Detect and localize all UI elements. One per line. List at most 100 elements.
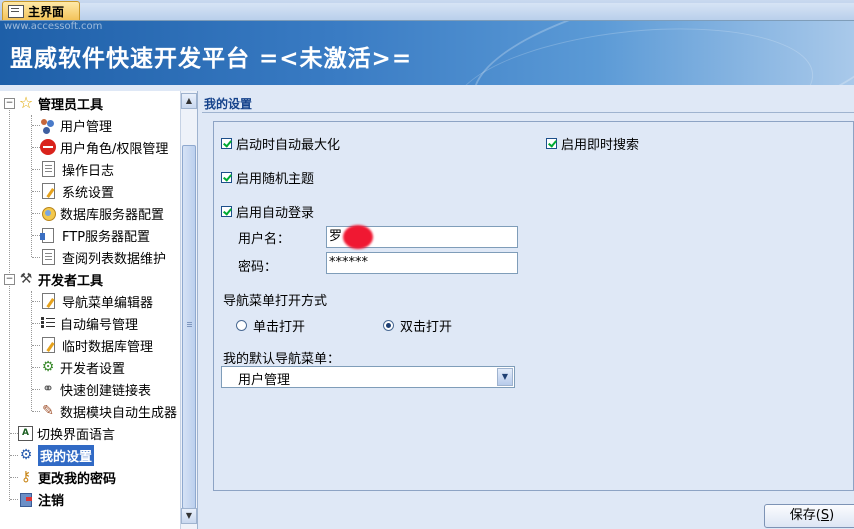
tree-node-dev-tools[interactable]: ⚒ 开发者工具 <box>18 268 103 290</box>
tree-node-label: 开发者工具 <box>38 273 104 289</box>
tree-node-label: 更改我的密码 <box>38 471 117 487</box>
password-label: 密码： <box>238 260 278 275</box>
checkbox-check <box>546 138 557 149</box>
username-field[interactable]: 罗 <box>326 225 518 249</box>
tree-node-db-server-config[interactable]: 数据库服务器配置 <box>40 202 164 224</box>
tree-node-label: FTP服务器配置 <box>62 229 151 245</box>
tree-node-label: 切换界面语言 <box>37 427 116 443</box>
collapse-toggle[interactable]: − <box>4 98 15 109</box>
checkbox-check <box>221 172 232 183</box>
tree-node-user-management[interactable]: 用户管理 <box>40 114 112 136</box>
scroll-thumb[interactable] <box>182 145 196 509</box>
default-nav-label: 我的默认导航菜单： <box>223 352 341 367</box>
collapse-toggle[interactable]: − <box>4 274 15 285</box>
tree-line <box>32 345 40 346</box>
tree-node-label: 查阅列表数据维护 <box>62 251 167 267</box>
instant-search-checkbox[interactable]: 启用即时搜索 <box>546 134 639 153</box>
navigation-panel: − ☆ 管理员工具 用户管理 用户角色/权限管理 操作日志 系统设置 数据库服务… <box>0 91 198 529</box>
tree-node-switch-language[interactable]: A 切换界面语言 <box>18 422 115 444</box>
tree-line <box>31 291 32 411</box>
star-icon: ☆ <box>18 93 34 112</box>
tree-node-operation-log[interactable]: 操作日志 <box>40 158 114 180</box>
tree-node-temp-db[interactable]: 临时数据库管理 <box>40 334 153 356</box>
nav-open-mode-label: 导航菜单打开方式 <box>223 294 328 309</box>
checkbox-check <box>221 138 232 149</box>
app-banner: www.accessoft.com 盟威软件快速开发平台 =<未激活>= <box>0 21 854 85</box>
single-click-radio[interactable]: 单击打开 <box>236 316 305 335</box>
tree-node-label: 操作日志 <box>62 163 115 179</box>
tab-main[interactable]: 主界面 <box>2 1 80 20</box>
tree-node-linked-tables[interactable]: ⚭ 快速创建链接表 <box>40 378 151 400</box>
edit-document-icon <box>42 293 55 309</box>
tree-node-label: 自动编号管理 <box>60 317 139 333</box>
save-label-close: ) <box>829 508 835 523</box>
tree-node-change-password[interactable]: ⚷ 更改我的密码 <box>18 466 116 488</box>
tree-line <box>32 323 40 324</box>
tree-line <box>10 477 18 478</box>
settings-panel: 我的设置 启动时自动最大化 启用即时搜索 启用随机主题 启用自动登录 用户名： … <box>198 91 854 529</box>
tree-node-lookup-list[interactable]: 查阅列表数据维护 <box>40 246 166 268</box>
tree-node-ftp-config[interactable]: FTP服务器配置 <box>40 224 150 246</box>
tree-node-label: 用户角色/权限管理 <box>60 141 169 157</box>
password-field[interactable]: ****** <box>326 252 518 274</box>
tree-node-module-generator[interactable]: ✎ 数据模块自动生成器 <box>40 400 177 422</box>
double-click-radio[interactable]: 双击打开 <box>383 316 452 335</box>
tree-node-admin-tools[interactable]: ☆ 管理员工具 <box>18 92 103 114</box>
tree-node-label: 临时数据库管理 <box>62 339 154 355</box>
radio-dot <box>383 320 394 331</box>
tree-line <box>32 389 40 390</box>
tree-node-role-permissions[interactable]: 用户角色/权限管理 <box>40 136 168 158</box>
title-divider <box>202 112 854 113</box>
tree-node-nav-menu-editor[interactable]: 导航菜单编辑器 <box>40 290 153 312</box>
tab-main-label: 主界面 <box>28 4 65 19</box>
link-icon: ⚭ <box>42 381 54 397</box>
tree-node-dev-settings[interactable]: ⚙ 开发者设置 <box>40 356 125 378</box>
save-button[interactable]: 保存(S) <box>764 504 854 528</box>
document-icon <box>42 249 55 265</box>
tree-line <box>10 499 18 500</box>
checkbox-label: 启用即时搜索 <box>561 138 640 153</box>
magic-wand-icon: ✎ <box>42 403 54 419</box>
app-title: 盟威软件快速开发平台 =<未激活>= <box>10 46 413 72</box>
temp-database-icon <box>42 337 55 353</box>
scroll-up-button[interactable]: ▲ <box>181 93 197 109</box>
radio-dot <box>236 320 247 331</box>
tree-line <box>32 169 40 170</box>
tools-icon: ⚒ <box>19 271 33 287</box>
tree-node-system-settings[interactable]: 系统设置 <box>40 180 114 202</box>
default-nav-select[interactable]: 用户管理 ▼ <box>221 366 515 388</box>
chevron-down-icon[interactable]: ▼ <box>497 368 513 386</box>
radio-label: 单击打开 <box>253 320 306 335</box>
checkbox-label: 启用自动登录 <box>236 206 315 221</box>
checkbox-label: 启用随机主题 <box>236 172 315 187</box>
tree-line <box>32 191 40 192</box>
page-title: 我的设置 <box>204 97 253 111</box>
tree-line <box>32 125 40 126</box>
auto-maximize-checkbox[interactable]: 启动时自动最大化 <box>221 134 340 153</box>
tree-line <box>32 213 40 214</box>
save-accesskey: S <box>820 508 830 523</box>
tree-node-label: 导航菜单编辑器 <box>62 295 154 311</box>
gear-icon: ⚙ <box>41 359 55 375</box>
tree-node-label: 系统设置 <box>62 185 115 201</box>
scroll-down-button[interactable]: ▼ <box>181 508 197 524</box>
tree-scrollbar[interactable]: ▲ ▼ <box>180 91 197 529</box>
tree-node-label: 开发者设置 <box>60 361 126 377</box>
users-icon <box>40 117 56 133</box>
settings-icon: ⚙ <box>19 447 33 463</box>
tree-node-auto-number[interactable]: 自动编号管理 <box>40 312 138 334</box>
tree-line <box>10 455 18 456</box>
username-value: 罗 <box>329 229 343 244</box>
user-key-icon: ⚷ <box>20 469 32 485</box>
banner-watermark: www.accessoft.com <box>4 21 103 32</box>
document-tab-strip: 主界面 <box>0 0 854 21</box>
default-nav-value: 用户管理 <box>238 373 291 388</box>
tree-node-logout[interactable]: 注销 <box>18 488 64 510</box>
tree-node-label: 数据库服务器配置 <box>60 207 165 223</box>
random-theme-checkbox[interactable]: 启用随机主题 <box>221 168 314 187</box>
tree-node-my-settings[interactable]: ⚙ 我的设置 <box>18 444 95 466</box>
auto-login-checkbox[interactable]: 启用自动登录 <box>221 202 314 221</box>
tree-line <box>32 411 40 412</box>
logout-icon <box>18 491 34 507</box>
no-entry-icon <box>40 139 56 155</box>
